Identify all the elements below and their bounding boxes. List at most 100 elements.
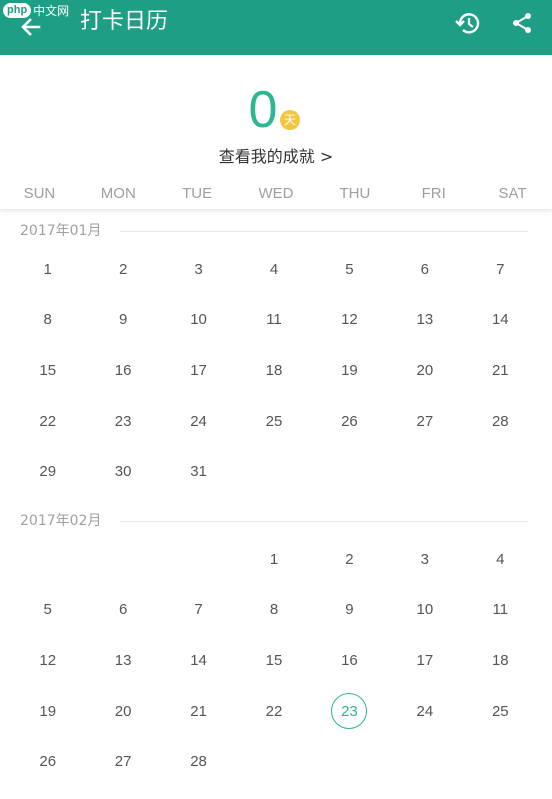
day-number: 10 xyxy=(190,311,207,329)
day-cell[interactable]: 25 xyxy=(463,686,538,737)
weekday-label: TUE xyxy=(182,185,213,202)
day-number: 15 xyxy=(265,651,283,669)
day-cell[interactable]: 25 xyxy=(236,396,311,447)
day-cell[interactable]: 23 xyxy=(85,396,160,447)
day-number: 21 xyxy=(190,702,207,720)
day-number: 2 xyxy=(345,550,354,568)
weekday-header: SUN MON TUE WED THU FRI SAT xyxy=(0,180,552,210)
day-cell[interactable]: 2 xyxy=(312,534,387,585)
day-number: 13 xyxy=(416,311,434,329)
day-cell[interactable]: 3 xyxy=(161,244,236,295)
day-cell[interactable]: 1 xyxy=(236,534,311,585)
history-button[interactable] xyxy=(452,7,484,39)
day-cell[interactable]: 24 xyxy=(161,396,236,447)
day-number: 8 xyxy=(269,601,279,619)
day-cell-today[interactable]: 23 xyxy=(312,686,387,737)
day-cell[interactable]: 24 xyxy=(387,686,462,737)
day-cell[interactable]: 27 xyxy=(387,396,462,447)
day-cell[interactable]: 6 xyxy=(85,585,160,636)
day-cell[interactable]: 10 xyxy=(387,585,462,636)
day-cell[interactable]: 26 xyxy=(10,736,85,787)
day-number: 20 xyxy=(114,702,132,720)
achievements-link[interactable]: 查看我的成就 > xyxy=(0,145,552,169)
day-cell[interactable]: 27 xyxy=(85,736,160,787)
day-cell[interactable]: 1 xyxy=(10,244,85,295)
day-cell[interactable]: 22 xyxy=(236,686,311,737)
day-cell[interactable]: 9 xyxy=(312,585,387,636)
day-cell-empty xyxy=(85,534,160,585)
day-cell[interactable]: 8 xyxy=(10,295,85,346)
day-cell[interactable]: 15 xyxy=(10,345,85,396)
day-cell[interactable]: 20 xyxy=(85,686,160,737)
day-cell[interactable]: 5 xyxy=(10,585,85,636)
day-cell[interactable]: 19 xyxy=(10,686,85,737)
day-cell[interactable]: 7 xyxy=(463,244,538,295)
day-cell[interactable]: 26 xyxy=(312,396,387,447)
share-button[interactable] xyxy=(506,7,538,39)
day-cell[interactable]: 31 xyxy=(161,446,236,497)
day-number: 21 xyxy=(491,361,509,379)
day-cell[interactable]: 30 xyxy=(85,446,160,497)
day-cell[interactable]: 4 xyxy=(463,534,538,585)
month-grid-jan: 1 2 3 4 5 6 7 8 9 10 11 12 13 14 15 16 17 18 19 20 21 22 23 24 2… xyxy=(10,244,538,497)
day-cell[interactable]: 29 xyxy=(10,446,85,497)
month-grid-feb: 1 2 3 4 5 6 7 8 9 10 11 12 13 14 15 16 17 18 19 20 21 22 23 24 2… xyxy=(10,534,538,787)
month-divider xyxy=(120,231,528,232)
day-cell-empty xyxy=(10,534,85,585)
day-cell[interactable]: 13 xyxy=(387,295,462,346)
day-cell[interactable]: 5 xyxy=(312,244,387,295)
day-cell[interactable]: 19 xyxy=(312,345,387,396)
day-number: 20 xyxy=(416,361,434,379)
month-title-feb: 2017年02月 xyxy=(20,513,102,529)
day-cell[interactable]: 14 xyxy=(463,295,538,346)
day-number: 16 xyxy=(341,651,358,669)
page-title: 打卡日历 xyxy=(80,9,169,34)
day-cell[interactable]: 17 xyxy=(387,635,462,686)
weekday-label: SAT xyxy=(498,185,527,202)
day-cell[interactable]: 6 xyxy=(387,244,462,295)
day-cell[interactable]: 12 xyxy=(10,635,85,686)
weekday-label: MON xyxy=(100,185,136,202)
day-cell[interactable]: 16 xyxy=(85,345,160,396)
month-divider xyxy=(120,521,528,522)
day-cell[interactable]: 11 xyxy=(463,585,538,636)
day-number: 13 xyxy=(114,651,132,669)
day-cell[interactable]: 14 xyxy=(161,635,236,686)
back-button[interactable] xyxy=(14,10,48,44)
day-cell[interactable]: 3 xyxy=(387,534,462,585)
day-cell[interactable]: 20 xyxy=(387,345,462,396)
day-cell[interactable]: 8 xyxy=(236,585,311,636)
day-number: 11 xyxy=(266,311,282,329)
day-cell[interactable]: 2 xyxy=(85,244,160,295)
day-cell[interactable]: 16 xyxy=(312,635,387,686)
day-cell[interactable]: 4 xyxy=(236,244,311,295)
weekday-label: FRI xyxy=(421,185,446,202)
day-number: 23 xyxy=(114,412,132,430)
day-cell[interactable]: 18 xyxy=(463,635,538,686)
day-number: 3 xyxy=(420,550,430,568)
day-cell[interactable]: 13 xyxy=(85,635,160,686)
day-cell[interactable]: 18 xyxy=(236,345,311,396)
day-cell[interactable]: 28 xyxy=(463,396,538,447)
day-cell[interactable]: 15 xyxy=(236,635,311,686)
day-number: 31 xyxy=(190,463,207,481)
day-cell[interactable]: 12 xyxy=(312,295,387,346)
day-number: 9 xyxy=(118,311,128,329)
day-cell[interactable]: 21 xyxy=(463,345,538,396)
day-cell[interactable]: 11 xyxy=(236,295,311,346)
day-number: 3 xyxy=(194,260,203,278)
day-number: 11 xyxy=(492,601,509,619)
day-number: 29 xyxy=(39,463,57,481)
day-number: 8 xyxy=(43,311,52,329)
day-number: 25 xyxy=(491,702,509,720)
day-cell[interactable]: 22 xyxy=(10,396,85,447)
day-cell[interactable]: 10 xyxy=(161,295,236,346)
day-number: 16 xyxy=(114,361,132,379)
weekday-label: WED xyxy=(258,185,294,202)
day-cell[interactable]: 21 xyxy=(161,686,236,737)
day-cell[interactable]: 28 xyxy=(161,736,236,787)
day-cell[interactable]: 9 xyxy=(85,295,160,346)
day-number: 12 xyxy=(39,651,57,669)
day-cell[interactable]: 7 xyxy=(161,585,236,636)
day-cell[interactable]: 17 xyxy=(161,345,236,396)
